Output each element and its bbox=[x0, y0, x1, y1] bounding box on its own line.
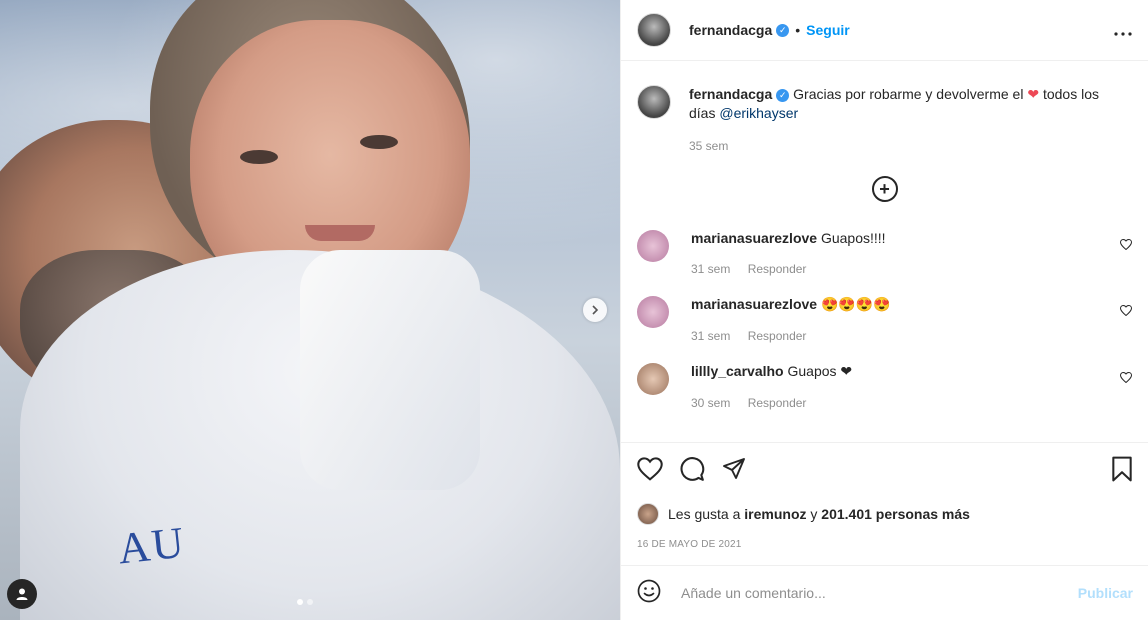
more-options-icon[interactable] bbox=[1114, 19, 1132, 42]
comment-body: marianasuarezlove 😍😍😍😍 31 sem Responder bbox=[691, 296, 891, 343]
comment-username[interactable]: lillly_carvalho bbox=[691, 363, 784, 379]
heart-emoji: ❤ bbox=[1027, 86, 1040, 102]
likes-count[interactable]: 201.401 personas más bbox=[821, 506, 970, 522]
liker-avatar[interactable] bbox=[637, 503, 659, 525]
post-photo[interactable]: AU bbox=[0, 0, 620, 620]
reply-button[interactable]: Responder bbox=[748, 262, 807, 276]
robe-collar bbox=[300, 250, 480, 490]
caption-text: Gracias por robarme y devolverme el bbox=[793, 86, 1024, 102]
comment-text: 😍😍😍😍 bbox=[820, 296, 891, 312]
post-details-panel: fernandacga ✓ • Seguir fernandacga ✓ Grac… bbox=[620, 0, 1148, 620]
caption-username[interactable]: fernandacga bbox=[689, 86, 772, 102]
caption-body: fernandacga ✓ Gracias por robarme y devol… bbox=[689, 85, 1129, 156]
comment-text: Guapos!!!! bbox=[820, 230, 886, 246]
comment-time[interactable]: 31 sem bbox=[691, 329, 730, 343]
comment-item: lillly_carvalho Guapos ❤ 30 sem Responde… bbox=[637, 363, 1133, 410]
likes-middle: y bbox=[810, 506, 818, 522]
add-comment-bar: Publicar bbox=[621, 565, 1148, 620]
comment-body: marianasuarezlove Guapos!!!! 31 sem Resp… bbox=[691, 230, 886, 276]
caption-mention[interactable]: @erikhayser bbox=[719, 105, 798, 121]
verified-badge-icon: ✓ bbox=[776, 88, 790, 102]
publish-button[interactable]: Publicar bbox=[1078, 585, 1133, 601]
eye bbox=[240, 150, 278, 164]
post-actions: Les gusta a iremunoz y 201.401 personas … bbox=[621, 442, 1148, 550]
reply-button[interactable]: Responder bbox=[748, 329, 807, 343]
carousel-dots bbox=[297, 599, 313, 605]
share-icon[interactable] bbox=[721, 457, 747, 486]
verified-badge-icon: ✓ bbox=[776, 23, 790, 37]
caption-time[interactable]: 35 sem bbox=[689, 137, 1129, 156]
heart-icon[interactable] bbox=[637, 456, 663, 486]
plus-circle-icon[interactable]: + bbox=[871, 176, 898, 202]
heart-outline-icon[interactable] bbox=[1119, 371, 1133, 386]
comment-username[interactable]: marianasuarezlove bbox=[691, 230, 817, 246]
separator: • bbox=[795, 22, 801, 38]
caption-avatar[interactable] bbox=[637, 85, 671, 119]
comment-text: Guapos ❤ bbox=[787, 363, 853, 379]
comment-time[interactable]: 31 sem bbox=[691, 262, 730, 276]
liker-username[interactable]: iremunoz bbox=[744, 506, 806, 522]
comment-avatar[interactable] bbox=[637, 230, 669, 262]
chevron-right-icon[interactable] bbox=[583, 298, 607, 322]
carousel-dot bbox=[307, 599, 313, 605]
post-date[interactable]: 16 DE MAYO DE 2021 bbox=[637, 539, 1133, 550]
comment-avatar[interactable] bbox=[637, 363, 669, 395]
post-header: fernandacga ✓ • Seguir bbox=[621, 0, 1148, 61]
caption: fernandacga ✓ Gracias por robarme y devol… bbox=[637, 61, 1132, 156]
load-more-comments-button[interactable]: + bbox=[637, 176, 1132, 202]
mouth bbox=[305, 225, 375, 241]
comment-item: marianasuarezlove 😍😍😍😍 31 sem Responder bbox=[637, 296, 1133, 343]
reply-button[interactable]: Responder bbox=[748, 396, 807, 410]
likes-prefix: Les gusta a bbox=[668, 506, 741, 522]
emoji-icon[interactable] bbox=[637, 579, 661, 608]
user-tag-icon[interactable] bbox=[7, 579, 37, 609]
action-icons bbox=[637, 456, 1133, 487]
follow-button[interactable]: Seguir bbox=[806, 22, 850, 38]
robe-logo: AU bbox=[115, 517, 188, 574]
header-username[interactable]: fernandacga bbox=[689, 22, 772, 38]
comment-body: lillly_carvalho Guapos ❤ 30 sem Responde… bbox=[691, 363, 852, 410]
comment-icon[interactable] bbox=[679, 456, 705, 487]
comment-avatar[interactable] bbox=[637, 296, 669, 328]
comments-list[interactable]: fernandacga ✓ Gracias por robarme y devol… bbox=[621, 61, 1148, 443]
comment-username[interactable]: marianasuarezlove bbox=[691, 296, 817, 312]
likes-summary: Les gusta a iremunoz y 201.401 personas … bbox=[637, 503, 1133, 525]
comment-meta: 31 sem Responder bbox=[691, 262, 886, 276]
comment-time[interactable]: 30 sem bbox=[691, 396, 730, 410]
bookmark-icon[interactable] bbox=[1111, 456, 1133, 487]
comment-meta: 31 sem Responder bbox=[691, 329, 891, 343]
heart-outline-icon[interactable] bbox=[1119, 304, 1133, 319]
comment-item: marianasuarezlove Guapos!!!! 31 sem Resp… bbox=[637, 230, 1133, 276]
eye bbox=[360, 135, 398, 149]
avatar[interactable] bbox=[637, 13, 671, 47]
comment-meta: 30 sem Responder bbox=[691, 396, 852, 410]
heart-outline-icon[interactable] bbox=[1119, 238, 1133, 253]
comment-input[interactable] bbox=[679, 584, 1078, 602]
carousel-dot-active bbox=[297, 599, 303, 605]
